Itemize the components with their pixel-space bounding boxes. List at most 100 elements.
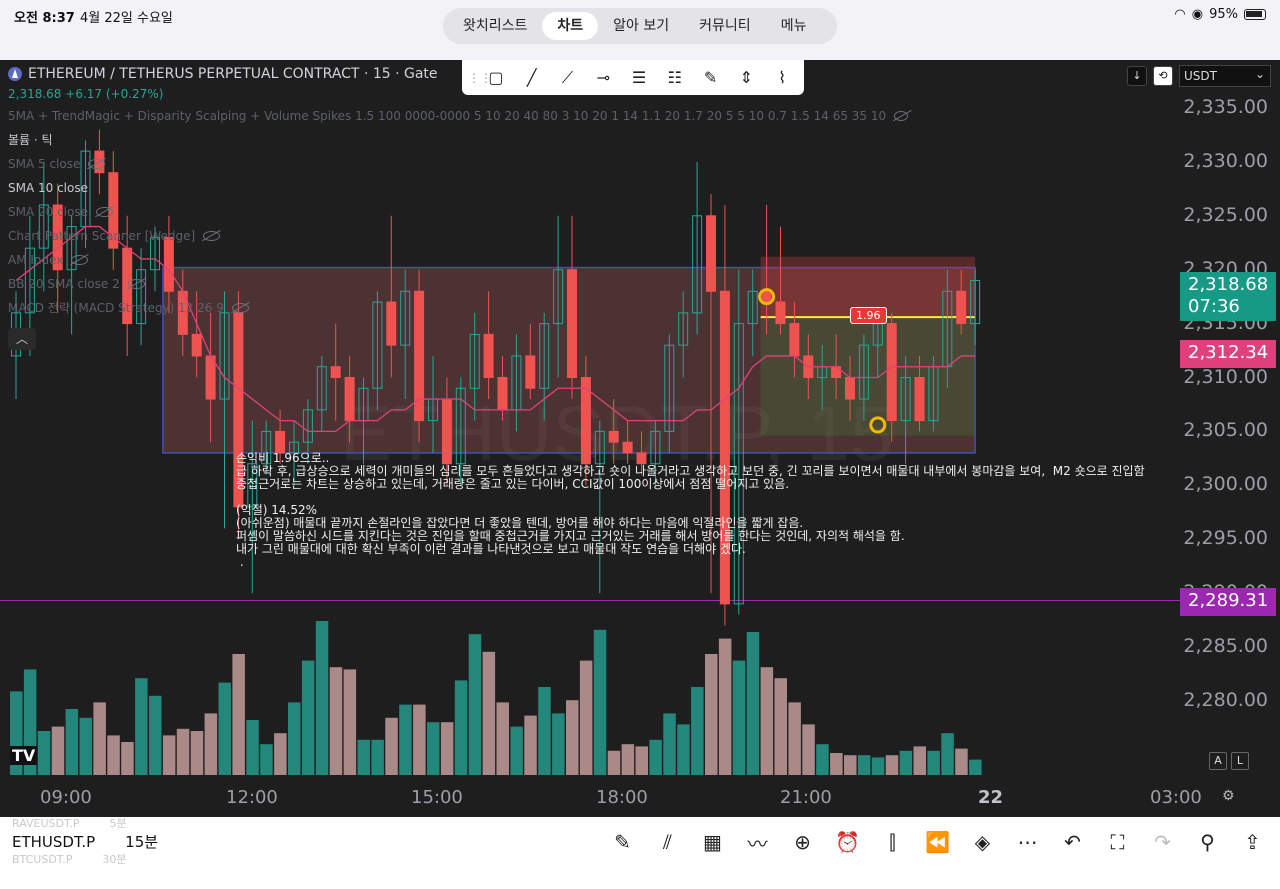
- settings-icon[interactable]: ⚙: [1222, 788, 1235, 804]
- alarm-icon[interactable]: ⏰: [825, 829, 870, 855]
- tab-watchlist[interactable]: 왓치리스트: [448, 12, 542, 40]
- top-right-controls: ↓ ⟲ USDT: [1127, 64, 1271, 87]
- share-icon[interactable]: ⇪: [1230, 829, 1275, 855]
- x-axis-label: 18:00: [596, 787, 648, 808]
- volume-bar: [190, 731, 204, 775]
- eye-hidden-icon[interactable]: [71, 255, 89, 265]
- volume-bar: [315, 621, 329, 775]
- path-tool-icon[interactable]: ⌇: [766, 64, 798, 92]
- add-icon[interactable]: ⊕: [780, 829, 825, 855]
- bulb-icon[interactable]: ⚲: [1185, 829, 1230, 855]
- auto-scale-button[interactable]: A: [1209, 752, 1227, 770]
- indicator-row[interactable]: SMA 20 close: [8, 203, 908, 221]
- sync-icon[interactable]: ⟲: [1153, 66, 1173, 86]
- location-icon: ◉: [1191, 7, 1204, 22]
- more-icon[interactable]: ⋯: [1005, 829, 1050, 855]
- eye-hidden-icon[interactable]: [231, 303, 249, 313]
- log-scale-button[interactable]: L: [1231, 752, 1249, 770]
- indicator-row[interactable]: SMA 5 close: [8, 155, 908, 173]
- layout-grid-icon[interactable]: ▦: [690, 829, 735, 855]
- pen-icon[interactable]: ✎: [600, 829, 645, 855]
- symbol-item[interactable]: BTCUSDT.P 30분: [12, 853, 165, 867]
- indicator-row[interactable]: SMA 10 close: [8, 179, 908, 197]
- symbol-title[interactable]: ETHEREUM / TETHERUS PERPETUAL CONTRACT ·…: [28, 66, 438, 82]
- symbol-item-current[interactable]: ETHUSDT.P 15분: [12, 831, 165, 853]
- tab-menu[interactable]: 메뉴: [766, 12, 822, 40]
- indicator-row[interactable]: 5MA + TrendMagic + Disparity Scalping + …: [8, 107, 908, 125]
- candle-body: [497, 377, 508, 411]
- layers-icon[interactable]: ◈: [960, 829, 1005, 855]
- horizontal-ray-icon[interactable]: ⊸: [587, 64, 619, 92]
- y-axis-label: 2,305.00: [1183, 419, 1268, 442]
- redo-icon[interactable]: ↷: [1140, 829, 1185, 855]
- volume-bar: [705, 654, 718, 775]
- volume-bar: [427, 722, 440, 775]
- candle-body: [956, 290, 967, 325]
- symbol-interval: 5분: [109, 817, 127, 830]
- eye-hidden-icon[interactable]: [894, 111, 908, 121]
- candle-body: [330, 366, 341, 379]
- indicator-row[interactable]: BB 20 SMA close 2: [8, 275, 908, 293]
- indicator-row[interactable]: Chart Pattern Scanner [Wedge]: [8, 227, 908, 245]
- bar-countdown: 07:36: [1188, 296, 1240, 317]
- volume-bar: [149, 695, 162, 775]
- volume-bar: [566, 700, 579, 775]
- chart-area[interactable]: ETHUSDT.P, 15 ETHEREUM / TETHERUS PERPET…: [0, 60, 1280, 817]
- volume-bar: [955, 748, 968, 775]
- undo-icon[interactable]: ↶: [1050, 829, 1095, 855]
- symbol-switcher[interactable]: RAVEUSDT.P 5분 ETHUSDT.P 15분 BTCUSDT.P 30분: [12, 817, 165, 867]
- volume-bar: [913, 746, 926, 775]
- volume-bar: [246, 720, 259, 775]
- currency-select[interactable]: USDT: [1179, 64, 1271, 87]
- tab-chart[interactable]: 차트: [542, 12, 599, 40]
- x-axis-label: 12:00: [226, 787, 278, 808]
- volume-bar: [788, 702, 801, 775]
- replay-icon[interactable]: ⏪: [915, 829, 960, 855]
- volume-bar: [621, 744, 635, 775]
- candles-icon[interactable]: ⫿: [870, 829, 915, 855]
- chart-legend: ETHEREUM / TETHERUS PERPETUAL CONTRACT ·…: [8, 66, 908, 317]
- volume-bar: [399, 704, 412, 775]
- brush-icon[interactable]: ✎: [695, 64, 727, 92]
- trend-line-icon[interactable]: ╱: [516, 64, 548, 92]
- rectangle-tool-icon[interactable]: ▢: [480, 64, 512, 92]
- short-position-icon[interactable]: ☷: [659, 64, 691, 92]
- volume-bar: [176, 728, 190, 775]
- text-annotation[interactable]: 손익비 1.96으로.. 급 하락 후, 급상승으로 세력이 개미들의 심리를 …: [236, 452, 1145, 569]
- collapse-legend-button[interactable]: ︿: [8, 328, 36, 350]
- ray-line-icon[interactable]: ⟋: [552, 64, 584, 92]
- volume-bar: [941, 733, 954, 775]
- y-axis-label: 2,335.00: [1183, 96, 1268, 118]
- drag-handle-icon[interactable]: ⋮⋮: [468, 72, 492, 84]
- price-range-icon[interactable]: ⇕: [730, 64, 762, 92]
- eye-hidden-icon[interactable]: [88, 159, 106, 169]
- volume-bar: [677, 724, 690, 775]
- arrow-down-icon[interactable]: ↓: [1127, 66, 1147, 86]
- symbol-item[interactable]: RAVEUSDT.P 5분: [12, 817, 165, 831]
- volume-bar: [288, 702, 301, 775]
- volume-bar: [385, 717, 398, 775]
- risk-reward-label[interactable]: 1.96: [850, 307, 887, 325]
- x-axis-label: 03:00: [1150, 787, 1202, 808]
- indicator-row[interactable]: AM Index: [8, 251, 908, 269]
- bottom-tools: ✎ ⫽ ▦ 〰 ⊕ ⏰ ⫿ ⏪ ◈ ⋯ ↶ ⛶ ↷ ⚲ ⇪: [600, 829, 1275, 856]
- eye-hidden-icon[interactable]: [96, 207, 113, 217]
- ma-price-tag: 2,312.34: [1180, 340, 1276, 368]
- indicator-label: 5MA + TrendMagic + Disparity Scalping + …: [8, 109, 887, 123]
- tab-community[interactable]: 커뮤니티: [684, 12, 766, 40]
- volume-bar: [482, 651, 496, 775]
- strategy-icon[interactable]: 〰: [735, 829, 780, 856]
- candle-body: [275, 430, 286, 454]
- symbol-name: RAVEUSDT.P: [12, 817, 80, 830]
- eye-hidden-icon[interactable]: [127, 279, 145, 289]
- long-position-icon[interactable]: ☰: [623, 64, 655, 92]
- fullscreen-icon[interactable]: ⛶: [1095, 829, 1140, 855]
- x-axis-label: 21:00: [780, 787, 832, 808]
- tab-explore[interactable]: 알아 보기: [598, 12, 684, 40]
- volume-bar: [107, 735, 120, 775]
- indicator-row[interactable]: 볼륨 · 틱: [8, 131, 908, 149]
- indicator-row[interactable]: MACD 전략 (MACD Strategy) 12 26 9: [8, 299, 908, 317]
- volume-bar: [649, 739, 662, 775]
- eye-hidden-icon[interactable]: [203, 231, 221, 241]
- indicators-icon[interactable]: ⫽: [645, 829, 690, 855]
